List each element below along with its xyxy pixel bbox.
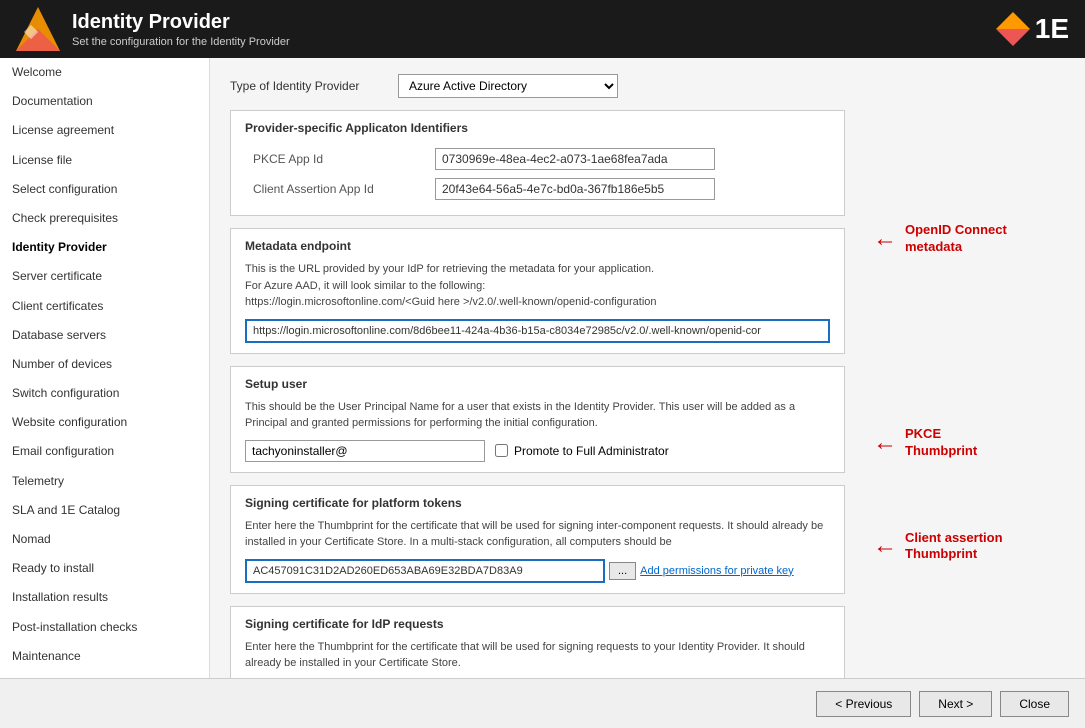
pkce-add-permissions-link[interactable]: Add permissions for private key xyxy=(640,565,793,577)
sidebar-item-number-of-devices[interactable]: Number of devices xyxy=(0,350,209,379)
pkce-arrow: ← xyxy=(873,431,897,455)
sidebar-item-check-prerequisites[interactable]: Check prerequisites xyxy=(0,204,209,233)
pkce-app-id-input[interactable] xyxy=(435,148,715,170)
client-annotation-text: Client assertion Thumbprint xyxy=(905,530,1003,564)
sidebar-item-email-configuration[interactable]: Email configuration xyxy=(0,437,209,466)
client-assertion-annotation: ← Client assertion Thumbprint xyxy=(873,530,1077,564)
signing-cert-idp-title: Signing certificate for IdP requests xyxy=(245,617,830,631)
sidebar-item-switch-configuration[interactable]: Switch configuration xyxy=(0,379,209,408)
sidebar-item-installation-results[interactable]: Installation results xyxy=(0,583,209,612)
setup-user-description: This should be the User Principal Name f… xyxy=(245,399,830,432)
sidebar-item-ready-to-install[interactable]: Ready to install xyxy=(0,554,209,583)
pkce-label: PKCE App Id xyxy=(247,145,427,173)
provider-identifiers-title: Provider-specific Applicaton Identifiers xyxy=(245,121,830,135)
brand-logo: 1E xyxy=(1001,13,1069,45)
page-subtitle: Set the configuration for the Identity P… xyxy=(72,36,290,48)
sidebar-item-license-file[interactable]: License file xyxy=(0,146,209,175)
sidebar-item-identity-provider[interactable]: Identity Provider xyxy=(0,233,209,262)
signing-cert-idp-desc: Enter here the Thumbprint for the certif… xyxy=(245,639,830,672)
sidebar-item-maintenance[interactable]: Maintenance xyxy=(0,642,209,671)
sidebar-item-welcome[interactable]: Welcome xyxy=(0,58,209,87)
sidebar-item-license-agreement[interactable]: License agreement xyxy=(0,116,209,145)
close-button[interactable]: Close xyxy=(1000,691,1069,717)
openid-annotation-text: OpenID Connect metadata xyxy=(905,222,1007,256)
promote-checkbox[interactable] xyxy=(495,444,508,457)
pkce-browse-button[interactable]: ... xyxy=(609,562,636,580)
openid-arrow: ← xyxy=(873,227,897,251)
sidebar-item-telemetry[interactable]: Telemetry xyxy=(0,467,209,496)
table-row: Client Assertion App Id xyxy=(247,175,828,203)
setup-user-section: Setup user This should be the User Princ… xyxy=(230,366,845,473)
app-logo xyxy=(16,7,60,51)
sidebar-item-nomad[interactable]: Nomad xyxy=(0,525,209,554)
sidebar-item-database-servers[interactable]: Database servers xyxy=(0,321,209,350)
next-button[interactable]: Next > xyxy=(919,691,992,717)
signing-cert-idp-section: Signing certificate for IdP requests Ent… xyxy=(230,606,845,679)
idp-type-label: Type of Identity Provider xyxy=(230,79,390,93)
main-content: Type of Identity Provider Azure Active D… xyxy=(210,58,865,678)
sidebar-item-client-certificates[interactable]: Client certificates xyxy=(0,292,209,321)
promote-checkbox-row: Promote to Full Administrator xyxy=(495,444,669,458)
identifiers-table: PKCE App Id Client Assertion App Id xyxy=(245,143,830,205)
client-arrow: ← xyxy=(873,534,897,558)
brand-diamond xyxy=(996,12,1030,46)
sidebar-item-post-installation-checks[interactable]: Post-installation checks xyxy=(0,613,209,642)
sidebar-item-sla-catalog[interactable]: SLA and 1E Catalog xyxy=(0,496,209,525)
metadata-description: This is the URL provided by your IdP for… xyxy=(245,261,830,311)
idp-type-select[interactable]: Azure Active Directory xyxy=(398,74,618,98)
idp-type-row: Type of Identity Provider Azure Active D… xyxy=(230,74,845,98)
page-title: Identity Provider xyxy=(72,11,290,34)
setup-user-title: Setup user xyxy=(245,377,830,391)
sidebar-item-select-configuration[interactable]: Select configuration xyxy=(0,175,209,204)
metadata-title: Metadata endpoint xyxy=(245,239,830,253)
footer: < Previous Next > Close xyxy=(0,678,1085,728)
previous-button[interactable]: < Previous xyxy=(816,691,911,717)
pkce-annotation-text: PKCE Thumbprint xyxy=(905,426,977,460)
client-assertion-label: Client Assertion App Id xyxy=(247,175,427,203)
sidebar-item-documentation[interactable]: Documentation xyxy=(0,87,209,116)
sidebar-item-server-certificate[interactable]: Server certificate xyxy=(0,262,209,291)
setup-user-row: Promote to Full Administrator xyxy=(245,440,830,462)
signing-cert-platform-desc: Enter here the Thumbprint for the certif… xyxy=(245,518,830,551)
provider-identifiers-section: Provider-specific Applicaton Identifiers… xyxy=(230,110,845,216)
sidebar-item-website-configuration[interactable]: Website configuration xyxy=(0,408,209,437)
signing-cert-platform-section: Signing certificate for platform tokens … xyxy=(230,485,845,594)
openid-annotation: ← OpenID Connect metadata xyxy=(873,222,1077,256)
promote-label: Promote to Full Administrator xyxy=(514,444,669,458)
header: Identity Provider Set the configuration … xyxy=(0,0,1085,58)
pkce-annotation: ← PKCE Thumbprint xyxy=(873,426,1077,460)
pkce-thumbprint-row: ... Add permissions for private key xyxy=(245,559,830,583)
table-row: PKCE App Id xyxy=(247,145,828,173)
setup-user-input[interactable] xyxy=(245,440,485,462)
signing-cert-platform-title: Signing certificate for platform tokens xyxy=(245,496,830,510)
pkce-thumbprint-input[interactable] xyxy=(245,559,605,583)
metadata-endpoint-input[interactable] xyxy=(245,319,830,343)
sidebar: Welcome Documentation License agreement … xyxy=(0,58,210,678)
annotations-panel: ← OpenID Connect metadata ← PKCE Thumbpr… xyxy=(865,58,1085,678)
client-assertion-app-id-input[interactable] xyxy=(435,178,715,200)
metadata-section: Metadata endpoint This is the URL provid… xyxy=(230,228,845,354)
